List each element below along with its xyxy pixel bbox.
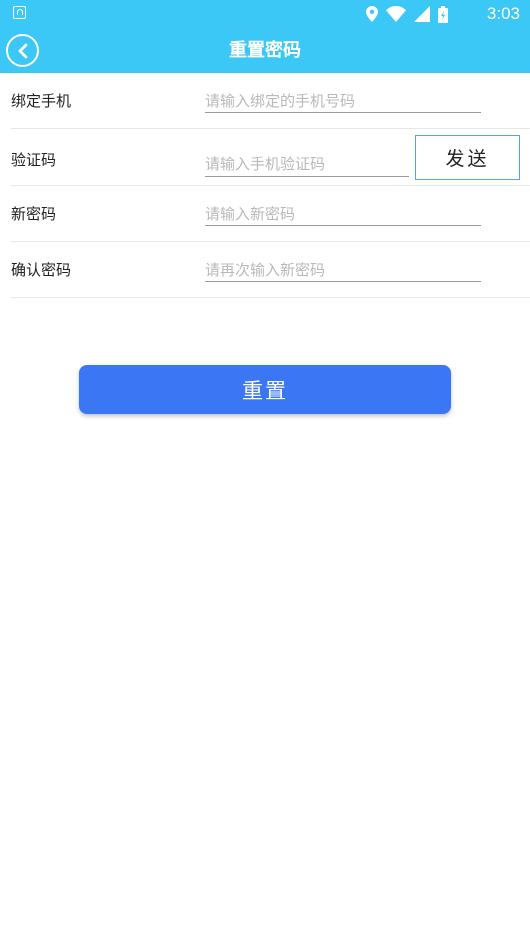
code-label: 验证码 (11, 151, 57, 169)
new-password-label: 新密码 (11, 205, 57, 223)
battery-icon (438, 5, 448, 23)
new-password-field-underline (205, 202, 481, 226)
code-input[interactable] (205, 151, 409, 176)
confirm-password-input[interactable] (205, 258, 481, 281)
confirm-password-label: 确认密码 (11, 261, 72, 279)
status-icons (366, 4, 448, 24)
code-field-underline (205, 151, 409, 177)
new-password-input[interactable] (205, 202, 481, 225)
location-icon (366, 6, 378, 22)
chevron-left-icon (18, 43, 27, 58)
back-button[interactable] (6, 34, 39, 67)
status-time: 3:03 (486, 4, 520, 23)
new-password-row: 新密码 (11, 186, 530, 242)
app-notification-icon (13, 6, 26, 19)
phone-input[interactable] (205, 89, 481, 112)
signal-icon (414, 6, 430, 22)
status-bar: 3:03 (0, 0, 530, 28)
reset-button[interactable]: 重置 (79, 365, 451, 414)
reset-password-form: 绑定手机 验证码 发送 新密码 确认密码 (0, 73, 530, 298)
phone-label: 绑定手机 (11, 92, 72, 110)
app-bar: 重置密码 (0, 28, 530, 73)
confirm-password-row: 确认密码 (11, 242, 530, 298)
phone-row: 绑定手机 (11, 73, 530, 129)
page-title: 重置密码 (229, 40, 301, 61)
send-code-button[interactable]: 发送 (415, 135, 520, 180)
wifi-icon (386, 6, 406, 22)
code-row: 验证码 发送 (11, 129, 530, 186)
phone-field-underline (205, 89, 481, 113)
confirm-password-field-underline (205, 258, 481, 282)
